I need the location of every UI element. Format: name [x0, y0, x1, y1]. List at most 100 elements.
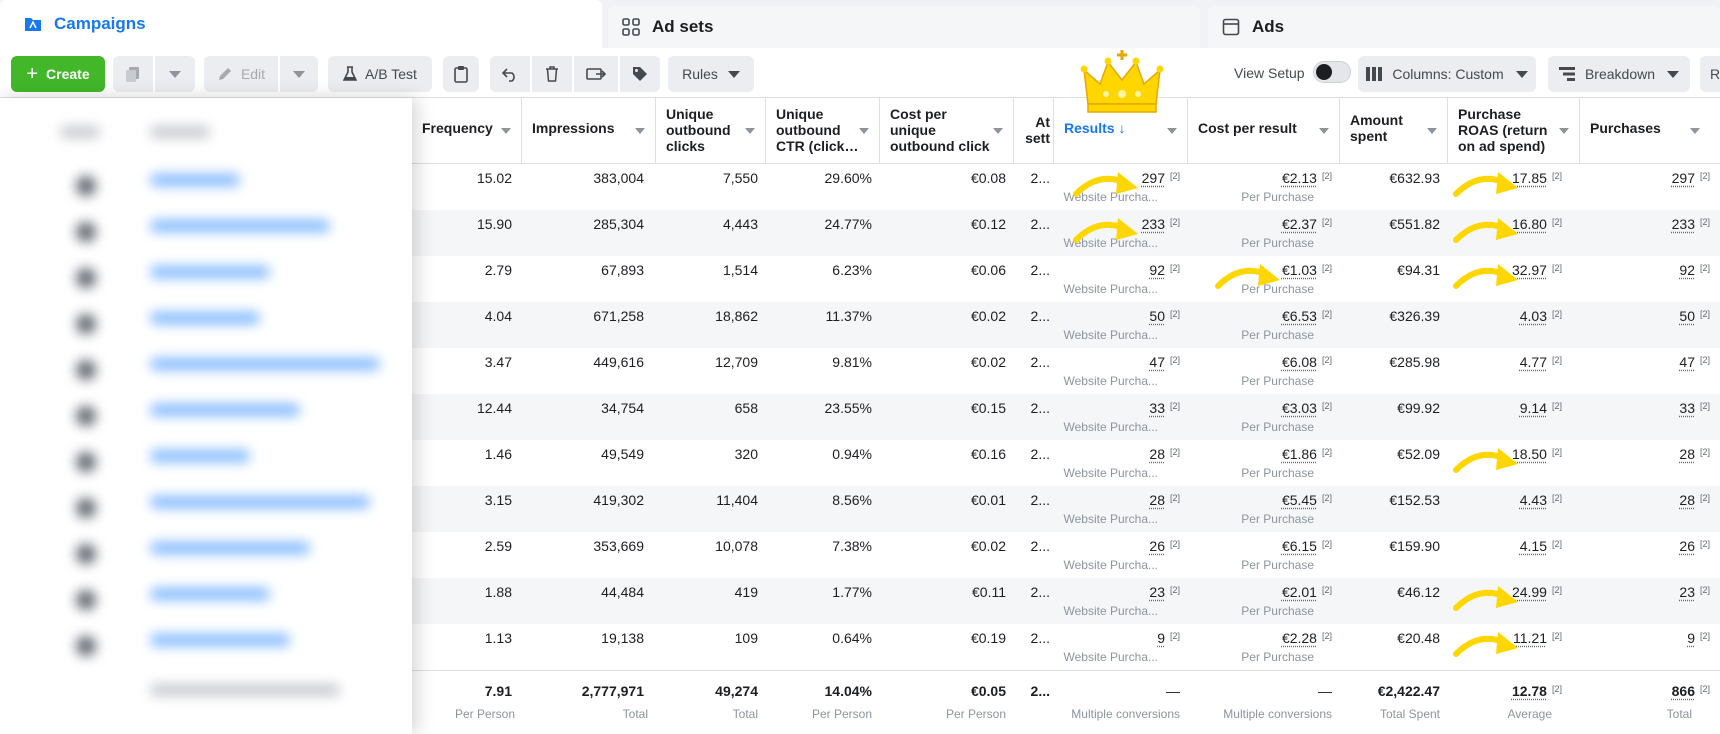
ab-test-button[interactable]: A/B Test: [328, 56, 432, 92]
footnote-marker: [2]: [1170, 309, 1180, 319]
columns-button[interactable]: Columns: Custom: [1358, 56, 1536, 92]
tab-ads[interactable]: Ads: [1208, 6, 1720, 48]
footnote-marker: [2]: [1700, 684, 1710, 694]
cost-per-result-value: €1.86: [1282, 446, 1317, 462]
cell-cost-per-result[interactable]: €6.53 [2]: [1188, 308, 1332, 324]
cell-results[interactable]: 28 [2]: [1054, 446, 1180, 462]
header-purchases[interactable]: Purchases: [1580, 98, 1720, 164]
cell-clicks: 10,078: [656, 538, 758, 554]
tab-campaigns[interactable]: Campaigns: [0, 0, 602, 48]
cell-purchase-roas[interactable]: 4.77 [2]: [1448, 354, 1562, 370]
cell-results[interactable]: 92 [2]: [1054, 262, 1180, 278]
cell-ctr: 7.38%: [766, 538, 872, 554]
results-subtitle: Website Purcha...: [1054, 282, 1158, 296]
clipboard-icon: [454, 65, 468, 83]
header-unique-outbound-clicks[interactable]: Unique outbound clicks: [656, 98, 766, 164]
columns-icon: [1366, 67, 1382, 81]
tab-ads-label: Ads: [1252, 17, 1284, 37]
cell-purchases[interactable]: 233 [2]: [1580, 216, 1710, 232]
results-value: 233: [1142, 216, 1165, 232]
footnote-marker: [2]: [1170, 585, 1180, 595]
footnote-marker: [2]: [1322, 631, 1332, 641]
footnote-marker: [2]: [1552, 684, 1562, 694]
total-cpr: —: [1188, 683, 1332, 699]
results-subtitle: Website Purcha...: [1054, 650, 1158, 664]
reports-button[interactable]: R: [1700, 56, 1720, 92]
cell-cost-per-result[interactable]: €3.03 [2]: [1188, 400, 1332, 416]
header-cost-per-result[interactable]: Cost per result: [1188, 98, 1340, 164]
cell-purchases[interactable]: 23 [2]: [1580, 584, 1710, 600]
rules-button[interactable]: Rules: [668, 56, 754, 92]
duplicate-button[interactable]: [113, 56, 153, 92]
cell-cost-per-result[interactable]: €2.37 [2]: [1188, 216, 1332, 232]
edit-dropdown[interactable]: [280, 56, 318, 92]
footnote-marker: [2]: [1552, 447, 1562, 457]
total-roas-sub: Average: [1448, 707, 1552, 721]
header-attribution-setting[interactable]: At sett: [1014, 98, 1054, 164]
cell-results[interactable]: 47 [2]: [1054, 354, 1180, 370]
tab-ad-sets[interactable]: Ad sets: [608, 6, 1200, 48]
cell-attribution: 2...: [1014, 584, 1050, 600]
header-amount-spent[interactable]: Amount spent: [1340, 98, 1448, 164]
cell-results[interactable]: 28 [2]: [1054, 492, 1180, 508]
cell-clicks: 419: [656, 584, 758, 600]
cell-ctr: 23.55%: [766, 400, 872, 416]
cell-cost-per-result[interactable]: €2.28 [2]: [1188, 630, 1332, 646]
duplicate-dropdown[interactable]: [155, 56, 195, 92]
cell-results[interactable]: 26 [2]: [1054, 538, 1180, 554]
clipboard-button[interactable]: [443, 56, 479, 92]
cell-amount-spent: €52.09: [1340, 446, 1440, 462]
cell-cost-per-result[interactable]: €1.86 [2]: [1188, 446, 1332, 462]
breakdown-button[interactable]: Breakdown: [1548, 56, 1690, 92]
header-purchase-roas[interactable]: Purchase ROAS (return on ad spend): [1448, 98, 1580, 164]
cell-purchases[interactable]: 297 [2]: [1580, 170, 1710, 186]
cell-results[interactable]: 50 [2]: [1054, 308, 1180, 324]
cell-cost-per-result[interactable]: €2.13 [2]: [1188, 170, 1332, 186]
cell-purchases[interactable]: 9 [2]: [1580, 630, 1710, 646]
footnote-marker: [2]: [1322, 447, 1332, 457]
delete-button[interactable]: [532, 56, 572, 92]
footnote-marker: [2]: [1552, 401, 1562, 411]
header-purchase-roas-label: Purchase ROAS (return on ad spend): [1458, 106, 1562, 154]
purchases-value: 92: [1679, 262, 1695, 278]
cell-cost-per-result[interactable]: €2.01 [2]: [1188, 584, 1332, 600]
blurred-header: [60, 126, 100, 138]
cell-attribution: 2...: [1014, 538, 1050, 554]
header-frequency[interactable]: Frequency: [412, 98, 522, 164]
cell-cost-per-result[interactable]: €5.45 [2]: [1188, 492, 1332, 508]
header-unique-outbound-ctr[interactable]: Unique outbound CTR (click…: [766, 98, 880, 164]
total-spent-sub: Total Spent: [1340, 707, 1440, 721]
undo-button[interactable]: [490, 56, 530, 92]
cell-purchases[interactable]: 33 [2]: [1580, 400, 1710, 416]
cell-purchase-roas[interactable]: 4.15 [2]: [1448, 538, 1562, 554]
cell-purchase-roas[interactable]: 4.03 [2]: [1448, 308, 1562, 324]
export-button[interactable]: [574, 56, 618, 92]
view-setup-toggle[interactable]: [1313, 61, 1351, 83]
blurred-toggle: [76, 452, 96, 472]
cell-purchases[interactable]: 92 [2]: [1580, 262, 1710, 278]
cell-results[interactable]: 9 [2]: [1054, 630, 1180, 646]
results-subtitle: Website Purcha...: [1054, 604, 1158, 618]
cell-cost-per-result[interactable]: €6.08 [2]: [1188, 354, 1332, 370]
tag-button[interactable]: [620, 56, 660, 92]
ads-window-icon: [1222, 18, 1240, 36]
cell-purchase-roas[interactable]: 4.43 [2]: [1448, 492, 1562, 508]
cell-purchases[interactable]: 28 [2]: [1580, 492, 1710, 508]
cell-purchase-roas[interactable]: 9.14 [2]: [1448, 400, 1562, 416]
edit-button[interactable]: Edit: [204, 56, 278, 92]
create-button[interactable]: + Create: [11, 56, 105, 92]
cell-results[interactable]: 23 [2]: [1054, 584, 1180, 600]
cell-cost-per-result[interactable]: €6.15 [2]: [1188, 538, 1332, 554]
header-cost-per-unique-outbound-click[interactable]: Cost per unique outbound click: [880, 98, 1014, 164]
cell-purchases[interactable]: 50 [2]: [1580, 308, 1710, 324]
blurred-campaign-name: [150, 358, 380, 370]
purchase-roas-value: 4.43: [1520, 492, 1547, 508]
purchase-roas-value: 4.15: [1520, 538, 1547, 554]
cell-purchases[interactable]: 28 [2]: [1580, 446, 1710, 462]
header-impressions[interactable]: Impressions: [522, 98, 656, 164]
cell-results[interactable]: 33 [2]: [1054, 400, 1180, 416]
cell-purchases[interactable]: 26 [2]: [1580, 538, 1710, 554]
footnote-marker: [2]: [1170, 447, 1180, 457]
cell-purchases[interactable]: 47 [2]: [1580, 354, 1710, 370]
footnote-marker: [2]: [1170, 217, 1180, 227]
